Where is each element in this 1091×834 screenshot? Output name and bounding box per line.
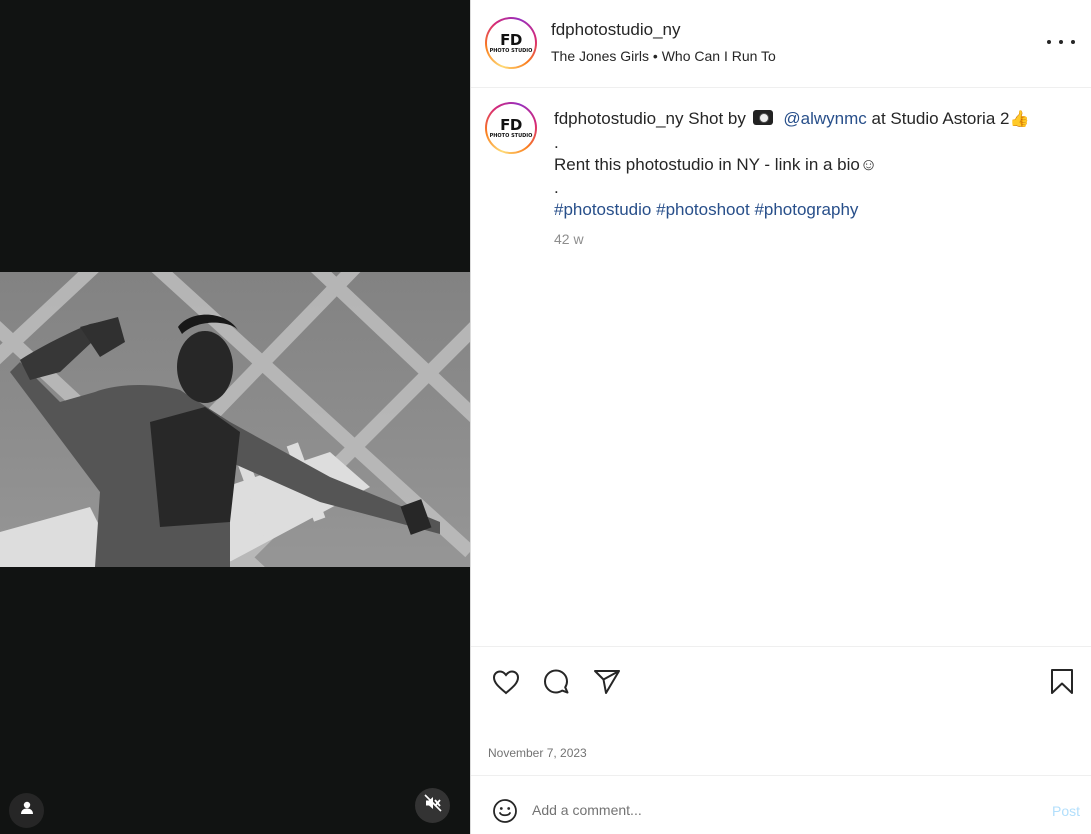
- caption-shot-by: Shot by: [688, 109, 746, 128]
- hashtag-link[interactable]: #photostudio: [554, 200, 651, 219]
- comment-bar: Post: [471, 777, 1091, 834]
- post-comment-button[interactable]: Post: [1052, 803, 1080, 819]
- save-button[interactable]: [1047, 667, 1077, 697]
- emoji-icon: [492, 799, 518, 828]
- more-dot-icon: [1059, 40, 1063, 44]
- post-date[interactable]: November 7, 2023: [488, 746, 587, 760]
- video-player[interactable]: [0, 272, 470, 567]
- caption-dot: .: [554, 177, 559, 197]
- post-caption: fdphotostudio_ny Shot by @alwynmc at Stu…: [554, 108, 1074, 222]
- emoji-picker-button[interactable]: [492, 798, 518, 824]
- video-frame-image: [0, 272, 470, 567]
- camera-icon: [752, 110, 773, 125]
- heart-icon: [491, 670, 521, 701]
- caption-rent-text: Rent this photostudio in NY - link in a …: [554, 155, 860, 174]
- comment-icon: [541, 669, 571, 701]
- bookmark-icon: [1047, 669, 1077, 701]
- caption-timestamp[interactable]: 42 w: [554, 231, 584, 247]
- avatar-logo-text: FD: [500, 30, 522, 49]
- action-bar: November 7, 2023: [471, 646, 1091, 776]
- avatar-logo-text: FD: [500, 115, 522, 134]
- smile-icon: ☺: [859, 155, 878, 174]
- hashtag-link[interactable]: #photography: [754, 200, 858, 219]
- avatar-logo-subtext: PHOTO STUDIO: [489, 47, 533, 54]
- caption-hashtags: #photostudio #photoshoot #photography: [554, 199, 1074, 222]
- more-options-button[interactable]: [1047, 32, 1075, 52]
- comment-input[interactable]: [532, 799, 1012, 821]
- comment-button[interactable]: [541, 667, 571, 697]
- mention-link[interactable]: @alwynmc: [783, 109, 866, 128]
- share-icon: [592, 670, 622, 701]
- caption-line-2: Rent this photostudio in NY - link in a …: [554, 154, 1074, 177]
- avatar[interactable]: FD PHOTO STUDIO: [485, 17, 537, 69]
- post-media[interactable]: [0, 0, 470, 834]
- caption-location: at Studio Astoria 2: [871, 109, 1010, 128]
- caption-username[interactable]: fdphotostudio_ny: [554, 109, 684, 128]
- more-dot-icon: [1047, 40, 1051, 44]
- mute-toggle-button[interactable]: [415, 788, 450, 823]
- audio-muted-icon: [423, 794, 442, 817]
- hashtag-link[interactable]: #photoshoot: [656, 200, 750, 219]
- post-details-panel: FD PHOTO STUDIO fdphotostudio_ny The Jon…: [470, 0, 1091, 834]
- audio-attribution[interactable]: The Jones Girls • Who Can I Run To: [551, 48, 776, 64]
- avatar-logo-subtext: PHOTO STUDIO: [489, 132, 533, 139]
- caption-avatar[interactable]: FD PHOTO STUDIO: [485, 102, 537, 154]
- post-header: FD PHOTO STUDIO fdphotostudio_ny The Jon…: [471, 0, 1091, 88]
- more-dot-icon: [1071, 40, 1075, 44]
- caption-dot: .: [554, 132, 559, 152]
- share-button[interactable]: [592, 667, 622, 697]
- header-username[interactable]: fdphotostudio_ny: [551, 20, 681, 40]
- tagged-users-button[interactable]: [9, 793, 44, 828]
- thumbs-up-icon: 👍: [1009, 111, 1030, 128]
- user-icon: [20, 801, 34, 820]
- like-button[interactable]: [491, 667, 521, 697]
- caption-line-1: fdphotostudio_ny Shot by @alwynmc at Stu…: [554, 108, 1074, 132]
